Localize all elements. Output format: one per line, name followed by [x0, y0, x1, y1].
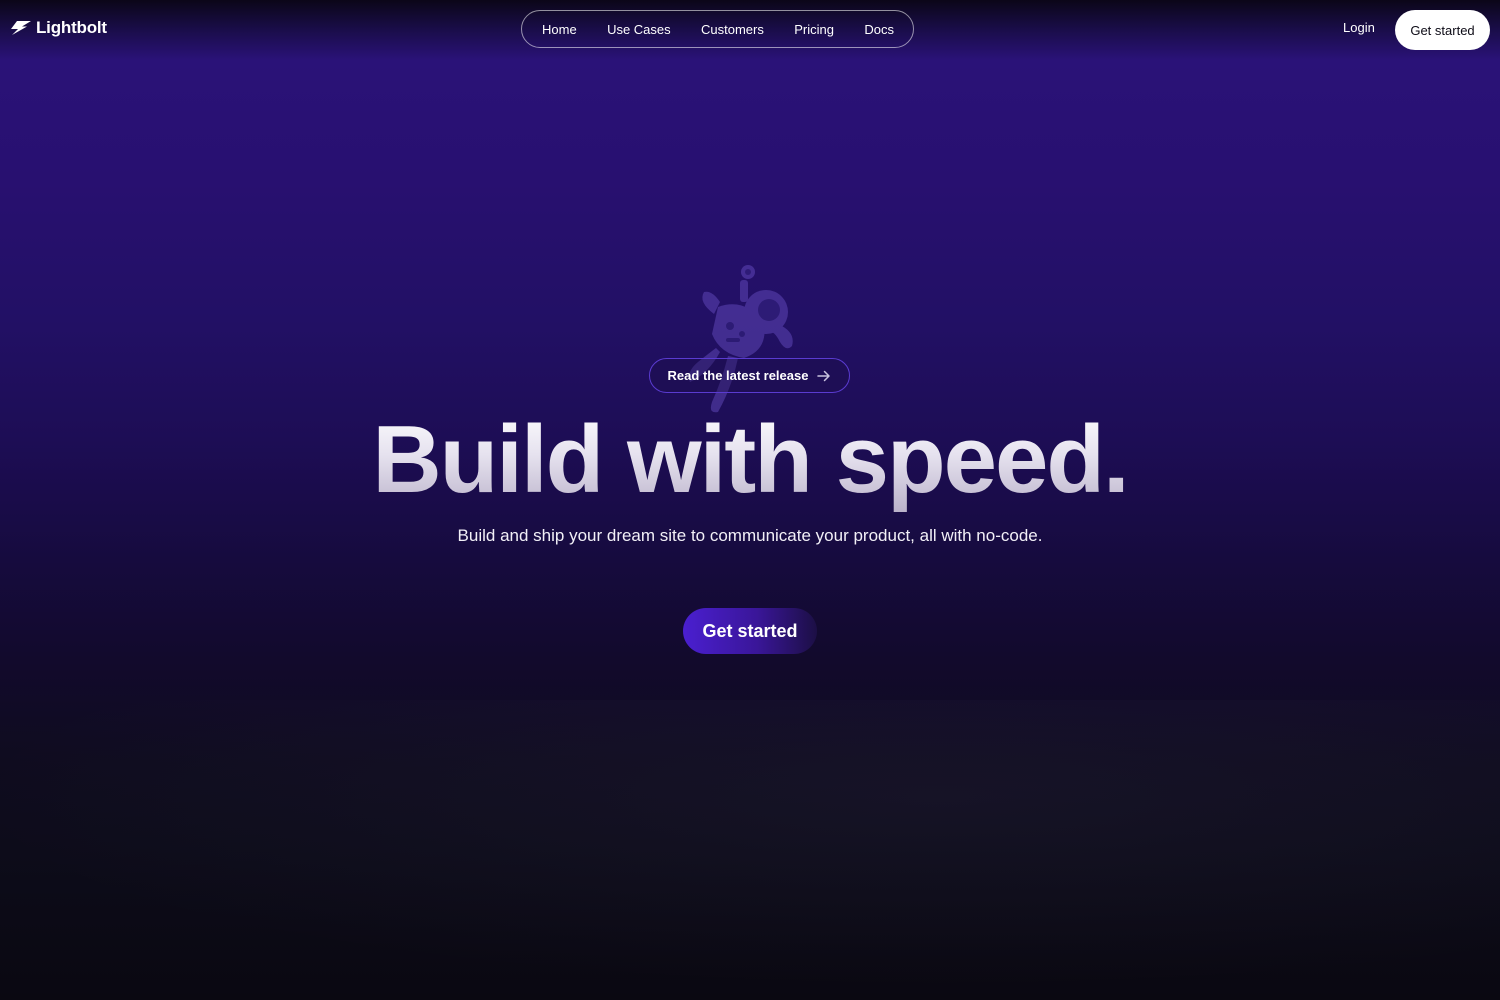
- nav-item-customers[interactable]: Customers: [701, 22, 764, 37]
- release-link-label: Read the latest release: [667, 368, 809, 383]
- background-haze: [0, 700, 1500, 1000]
- site-header: Lightbolt Home Use Cases Customers Prici…: [0, 0, 1500, 60]
- read-latest-release-link[interactable]: Read the latest release: [649, 358, 850, 393]
- landing-page: Lightbolt Home Use Cases Customers Prici…: [0, 0, 1500, 1000]
- astronaut-illustration: [668, 262, 808, 422]
- nav-item-docs[interactable]: Docs: [864, 22, 894, 37]
- logo-link[interactable]: Lightbolt: [11, 18, 107, 38]
- brand-name: Lightbolt: [36, 18, 107, 37]
- hero-subtitle: Build and ship your dream site to commun…: [457, 526, 1043, 545]
- arrow-right-icon: [817, 370, 831, 382]
- lightning-bolt-icon: [11, 21, 31, 35]
- main-nav: Home Use Cases Customers Pricing Docs: [521, 10, 914, 48]
- nav-item-use-cases[interactable]: Use Cases: [607, 22, 671, 37]
- nav-item-home[interactable]: Home: [542, 22, 577, 37]
- login-link[interactable]: Login: [1343, 20, 1375, 35]
- nav-item-pricing[interactable]: Pricing: [794, 22, 834, 37]
- header-get-started-button[interactable]: Get started: [1395, 10, 1490, 50]
- hero-get-started-button[interactable]: Get started: [683, 608, 817, 654]
- hero-title: Build with speed.: [0, 405, 1500, 515]
